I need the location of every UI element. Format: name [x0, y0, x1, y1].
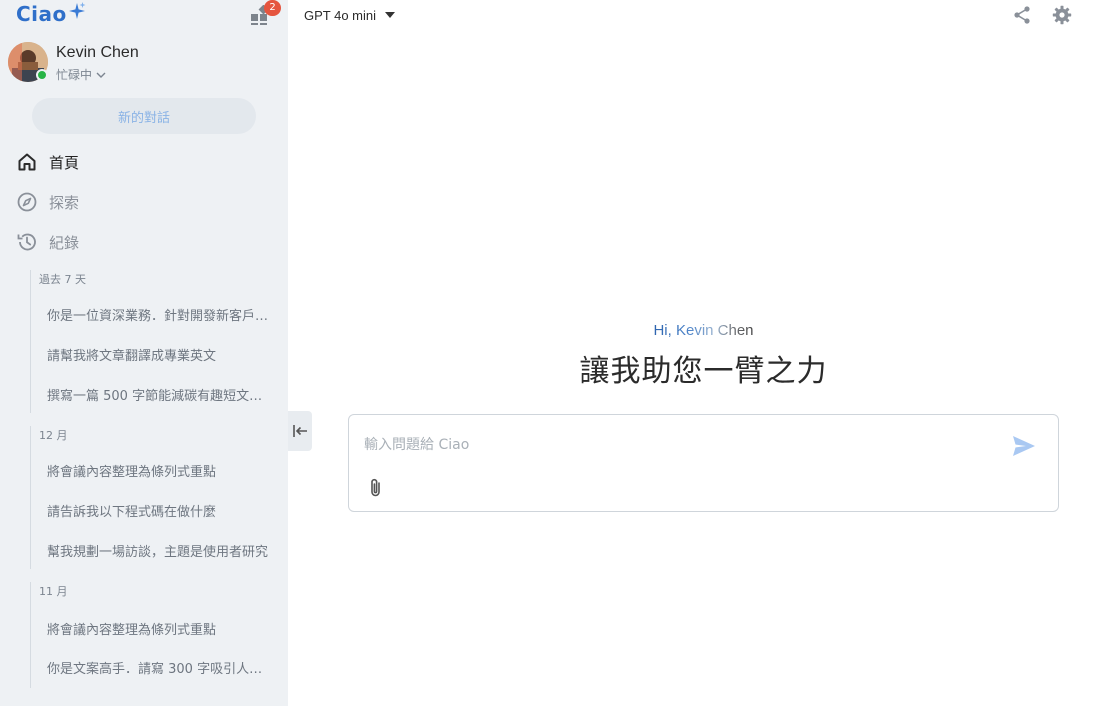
new-chat-button[interactable]: 新的對話: [32, 98, 256, 134]
gear-icon[interactable]: [1052, 5, 1072, 25]
history-item[interactable]: 你是文案高手．請寫 300 字吸引人的產品介紹: [47, 658, 273, 677]
chat-composer: [348, 414, 1059, 512]
online-status-dot: [36, 69, 48, 81]
greeting-text: Hi, Kevin Chen: [348, 322, 1059, 339]
home-icon: [18, 153, 36, 171]
status-dropdown[interactable]: 忙碌中: [56, 66, 106, 83]
history-item[interactable]: 撰寫一篇 500 字節能減碳有趣短文給小學生: [47, 385, 273, 404]
history-rail: [30, 582, 31, 688]
user-profile[interactable]: Kevin Chen 忙碌中: [8, 42, 268, 84]
nav-item-explore[interactable]: 探索: [16, 188, 79, 216]
collapse-left-icon: [293, 425, 307, 437]
model-selector[interactable]: GPT 4o mini: [304, 5, 396, 25]
greeting-label: Hi, Kevin Chen: [653, 322, 754, 339]
nav-item-label: 首頁: [49, 153, 80, 172]
notification-badge: 2: [264, 0, 281, 16]
headline: 讓我助您一臂之力: [579, 354, 828, 389]
history-group-label: 過去 7 天: [39, 273, 86, 286]
sparkle-icon: [68, 2, 86, 19]
history-item[interactable]: 請告訴我以下程式碼在做什麼: [47, 501, 273, 520]
history-group-label: 12 月: [39, 429, 68, 442]
history-item[interactable]: 將會議內容整理為條列式重點: [47, 619, 273, 638]
share-icon[interactable]: [1012, 5, 1032, 25]
status-label: 忙碌中: [56, 68, 93, 82]
history-item[interactable]: 你是一位資深業務．針對開發新客戶的方式提供建議: [47, 305, 273, 324]
history-rail: [30, 426, 31, 569]
nav-item-history[interactable]: 紀錄: [16, 228, 79, 256]
paperclip-icon[interactable]: [366, 477, 386, 499]
sidebar: Ciao 2 Kevin Chen 忙碌中 新的對話 首頁 探索 紀錄 過去 7…: [0, 0, 288, 706]
history-rail: [30, 270, 31, 413]
caret-down-icon: [385, 12, 396, 18]
compass-icon: [17, 192, 37, 212]
history-group-label: 11 月: [39, 585, 68, 598]
chat-input[interactable]: [364, 433, 984, 457]
nav-item-home[interactable]: 首頁: [16, 148, 79, 176]
history-item[interactable]: 請幫我將文章翻譯成專業英文: [47, 345, 273, 364]
send-icon[interactable]: [1011, 433, 1037, 459]
history-icon: [17, 233, 36, 251]
nav-item-label: 探索: [49, 193, 80, 212]
logo-text: Ciao: [16, 2, 67, 26]
collapse-sidebar-button[interactable]: [288, 411, 312, 451]
history-item[interactable]: 幫我規劃一場訪談，主題是使用者研究: [47, 541, 273, 560]
user-name: Kevin Chen: [56, 44, 139, 61]
chevron-down-icon: [96, 72, 106, 78]
model-label: GPT 4o mini: [304, 7, 377, 23]
app-logo[interactable]: Ciao: [16, 2, 86, 26]
nav-item-label: 紀錄: [49, 233, 80, 252]
history-item[interactable]: 將會議內容整理為條列式重點: [47, 461, 273, 480]
